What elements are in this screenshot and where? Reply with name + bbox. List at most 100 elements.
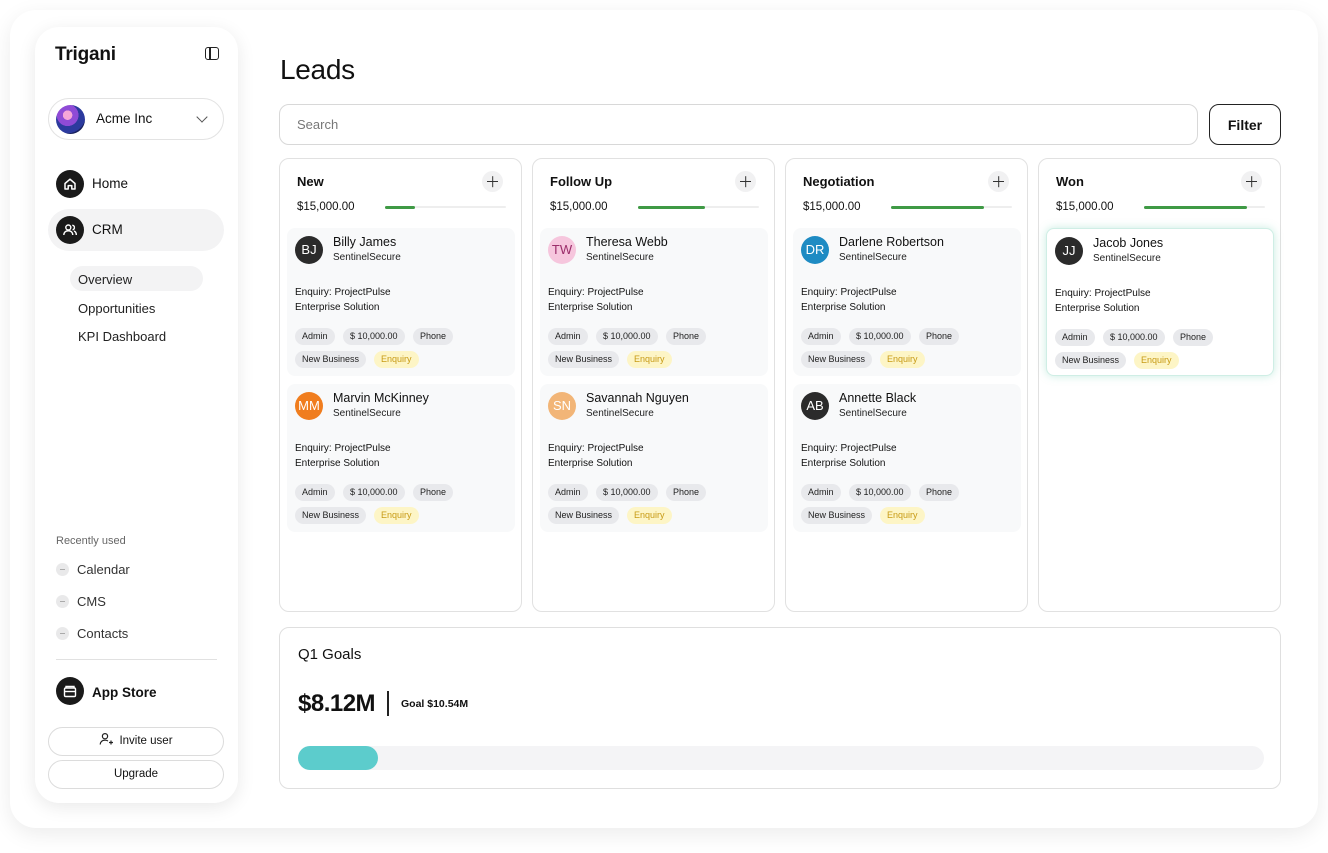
column-progress-track: [385, 205, 506, 209]
invite-user-button[interactable]: Invite user: [48, 727, 224, 756]
column-progress-fill: [385, 205, 416, 209]
goals-separator: [387, 691, 389, 716]
lead-tag: $ 10,000.00: [849, 484, 911, 501]
lead-name: Marvin McKinney: [333, 391, 429, 405]
lead-tag: New Business: [548, 507, 620, 524]
nav-item-crm[interactable]: CRM: [48, 209, 224, 251]
lead-solution: Enterprise Solution: [801, 458, 886, 469]
search-input[interactable]: [279, 104, 1198, 145]
sidebar-divider: [56, 659, 217, 660]
sidebar-toggle-icon[interactable]: [205, 47, 219, 60]
lead-tag: Admin: [295, 484, 335, 501]
column-amount: $15,000.00: [297, 201, 355, 213]
lead-tag: Enquiry: [1134, 352, 1179, 369]
lead-tag: Phone: [1173, 329, 1214, 346]
avatar: DR: [801, 236, 829, 264]
app-store-link[interactable]: App Store: [92, 685, 157, 700]
lead-company: SentinelSecure: [839, 408, 907, 419]
lead-tag: Phone: [413, 484, 454, 501]
lead-tag: Phone: [919, 328, 960, 345]
lead-enquiry: Enquiry: ProjectPulse: [801, 287, 897, 298]
filter-button[interactable]: Filter: [1209, 104, 1281, 145]
lead-tag: $ 10,000.00: [343, 328, 405, 345]
lead-tag: Enquiry: [880, 351, 925, 368]
invite-user-label: Invite user: [119, 735, 173, 747]
avatar: SN: [548, 392, 576, 420]
lead-column-follow-up: Follow Up $15,000.00 TW Theresa Webb Sentine…: [532, 158, 775, 612]
recent-item-label: Contacts: [77, 626, 129, 641]
lead-company: SentinelSecure: [333, 408, 401, 419]
dot-icon: [56, 595, 69, 608]
recent-item-label: CMS: [77, 594, 106, 609]
lead-card[interactable]: MM Marvin McKinney SentinelSecure Enquiry: …: [287, 384, 515, 532]
lead-name: Theresa Webb: [586, 235, 668, 249]
lead-tag: $ 10,000.00: [596, 328, 658, 345]
lead-card[interactable]: BJ Billy James SentinelSecure Enquiry: Proj…: [287, 228, 515, 376]
column-progress-fill: [1144, 205, 1247, 209]
column-amount: $15,000.00: [803, 201, 861, 213]
column-title: Follow Up: [550, 174, 613, 189]
lead-column-new: New $15,000.00 BJ Billy James SentinelSecure…: [279, 158, 522, 612]
lead-company: SentinelSecure: [586, 252, 654, 263]
lead-company: SentinelSecure: [1093, 253, 1161, 264]
lead-tag: Admin: [1055, 329, 1095, 346]
lead-tag: New Business: [295, 507, 367, 524]
subnav-item-overview[interactable]: Overview: [70, 266, 203, 291]
lead-tag: Phone: [666, 328, 707, 345]
user-plus-icon: [100, 732, 114, 745]
add-lead-plus-icon[interactable]: [735, 171, 756, 192]
column-progress-track: [1144, 205, 1265, 209]
lead-tag: New Business: [801, 507, 873, 524]
column-progress-fill: [891, 205, 985, 209]
lead-card[interactable]: SN Savannah Nguyen SentinelSecure Enquiry: …: [540, 384, 768, 532]
lead-card[interactable]: TW Theresa Webb SentinelSecure Enquiry: Pro…: [540, 228, 768, 376]
add-lead-plus-icon[interactable]: [482, 171, 503, 192]
lead-enquiry: Enquiry: ProjectPulse: [548, 287, 644, 298]
lead-enquiry: Enquiry: ProjectPulse: [1055, 288, 1151, 299]
add-lead-plus-icon[interactable]: [988, 171, 1009, 192]
add-lead-plus-icon[interactable]: [1241, 171, 1262, 192]
lead-solution: Enterprise Solution: [1055, 303, 1140, 314]
lead-card[interactable]: DR Darlene Robertson SentinelSecure Enquiry…: [793, 228, 1021, 376]
lead-tag: $ 10,000.00: [1103, 329, 1165, 346]
lead-solution: Enterprise Solution: [801, 302, 886, 313]
app-store-icon[interactable]: [56, 677, 84, 705]
lead-tag: $ 10,000.00: [343, 484, 405, 501]
dot-icon: [56, 627, 69, 640]
column-amount: $15,000.00: [1056, 201, 1114, 213]
lead-company: SentinelSecure: [839, 252, 907, 263]
lead-tag: Enquiry: [627, 507, 672, 524]
lead-tag: Phone: [919, 484, 960, 501]
lead-tag: Phone: [666, 484, 707, 501]
subnav-item-opportunities[interactable]: Opportunities: [70, 295, 203, 320]
lead-tag: $ 10,000.00: [596, 484, 658, 501]
lead-tag: New Business: [295, 351, 367, 368]
lead-card[interactable]: JJ Jacob Jones SentinelSecure Enquiry: Proj…: [1046, 228, 1274, 376]
lead-name: Jacob Jones: [1093, 236, 1164, 250]
lead-solution: Enterprise Solution: [295, 302, 380, 313]
lead-enquiry: Enquiry: ProjectPulse: [548, 443, 644, 454]
lead-tag: New Business: [801, 351, 873, 368]
goals-title: Q1 Goals: [298, 646, 362, 663]
lead-tag: $ 10,000.00: [849, 328, 911, 345]
avatar: MM: [295, 392, 323, 420]
column-progress-track: [638, 205, 759, 209]
org-switcher[interactable]: Acme Inc: [48, 98, 224, 140]
sidebar: Trigani Acme Inc Home CRM Overview Oppor…: [35, 27, 238, 803]
lead-solution: Enterprise Solution: [548, 302, 633, 313]
column-title: Negotiation: [803, 174, 875, 189]
subnav-item-kpi-dashboard[interactable]: KPI Dashboard: [70, 323, 203, 348]
lead-column-negotiation: Negotiation $15,000.00 DR Darlene Robertson…: [785, 158, 1028, 612]
column-progress-track: [891, 205, 1012, 209]
upgrade-button[interactable]: Upgrade: [48, 760, 224, 789]
lead-tag: Enquiry: [880, 507, 925, 524]
lead-enquiry: Enquiry: ProjectPulse: [295, 287, 391, 298]
lead-card[interactable]: AB Annette Black SentinelSecure Enquiry: Pr…: [793, 384, 1021, 532]
lead-solution: Enterprise Solution: [548, 458, 633, 469]
org-name: Acme Inc: [96, 111, 153, 126]
goals-current-value: $8.12M: [298, 690, 376, 717]
goals-target: Goal $10.54M: [401, 698, 469, 710]
nav-item-home[interactable]: Home: [48, 163, 224, 205]
recently-used-heading: Recently used: [56, 535, 126, 547]
avatar: AB: [801, 392, 829, 420]
